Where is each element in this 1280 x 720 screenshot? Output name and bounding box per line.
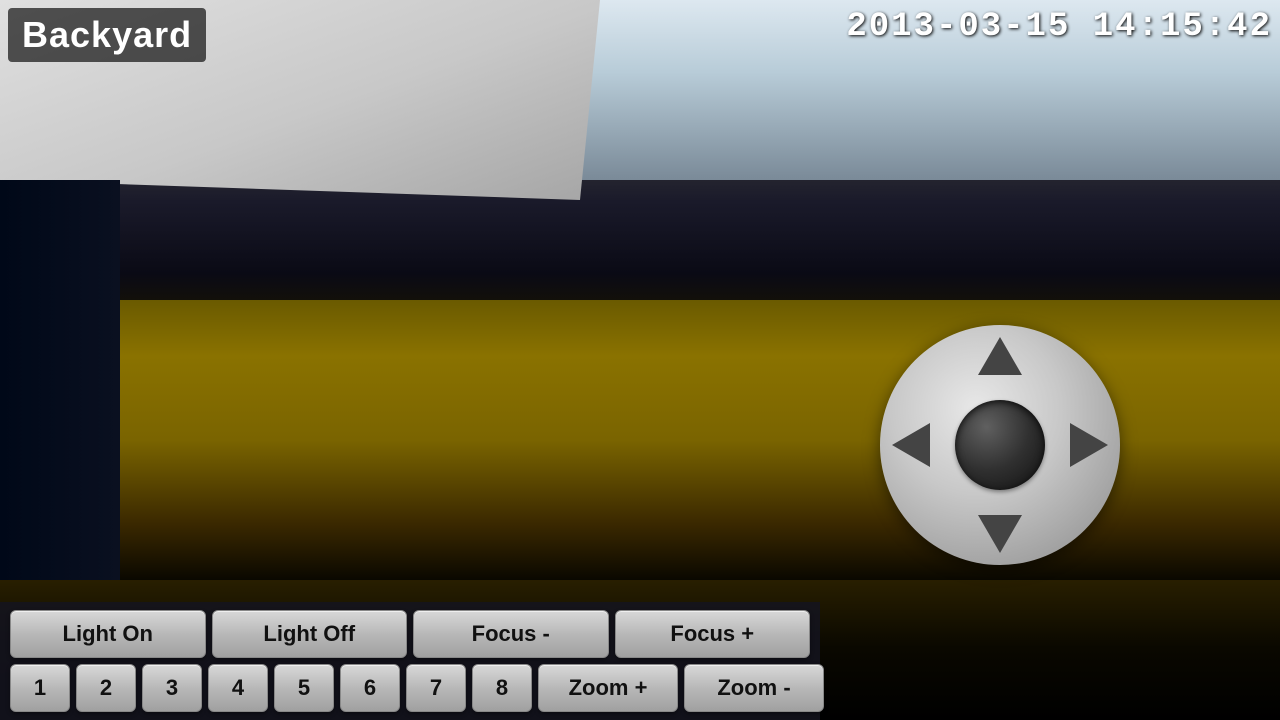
ptz-left-arrow[interactable] xyxy=(892,423,930,467)
preset-1-button[interactable]: 1 xyxy=(10,664,70,712)
light-off-button[interactable]: Light Off xyxy=(212,610,408,658)
ptz-control[interactable] xyxy=(880,325,1120,565)
ptz-up-arrow[interactable] xyxy=(978,337,1022,375)
controls-bar: Light On Light Off Focus - Focus + 1 2 3… xyxy=(0,602,820,720)
timestamp: 2013-03-15 14:15:42 xyxy=(846,8,1272,46)
preset-7-button[interactable]: 7 xyxy=(406,664,466,712)
zoom-plus-button[interactable]: Zoom + xyxy=(538,664,678,712)
ptz-center-button[interactable] xyxy=(955,400,1045,490)
preset-4-button[interactable]: 4 xyxy=(208,664,268,712)
preset-8-button[interactable]: 8 xyxy=(472,664,532,712)
preset-2-button[interactable]: 2 xyxy=(76,664,136,712)
preset-3-button[interactable]: 3 xyxy=(142,664,202,712)
ptz-right-arrow[interactable] xyxy=(1070,423,1108,467)
camera-label: Backyard xyxy=(8,8,206,62)
light-on-button[interactable]: Light On xyxy=(10,610,206,658)
zoom-minus-button[interactable]: Zoom - xyxy=(684,664,824,712)
focus-plus-button[interactable]: Focus + xyxy=(615,610,811,658)
focus-minus-button[interactable]: Focus - xyxy=(413,610,609,658)
controls-row-2: 1 2 3 4 5 6 7 8 Zoom + Zoom - xyxy=(10,664,810,712)
preset-6-button[interactable]: 6 xyxy=(340,664,400,712)
controls-row-1: Light On Light Off Focus - Focus + xyxy=(10,610,810,658)
preset-5-button[interactable]: 5 xyxy=(274,664,334,712)
ptz-down-arrow[interactable] xyxy=(978,515,1022,553)
